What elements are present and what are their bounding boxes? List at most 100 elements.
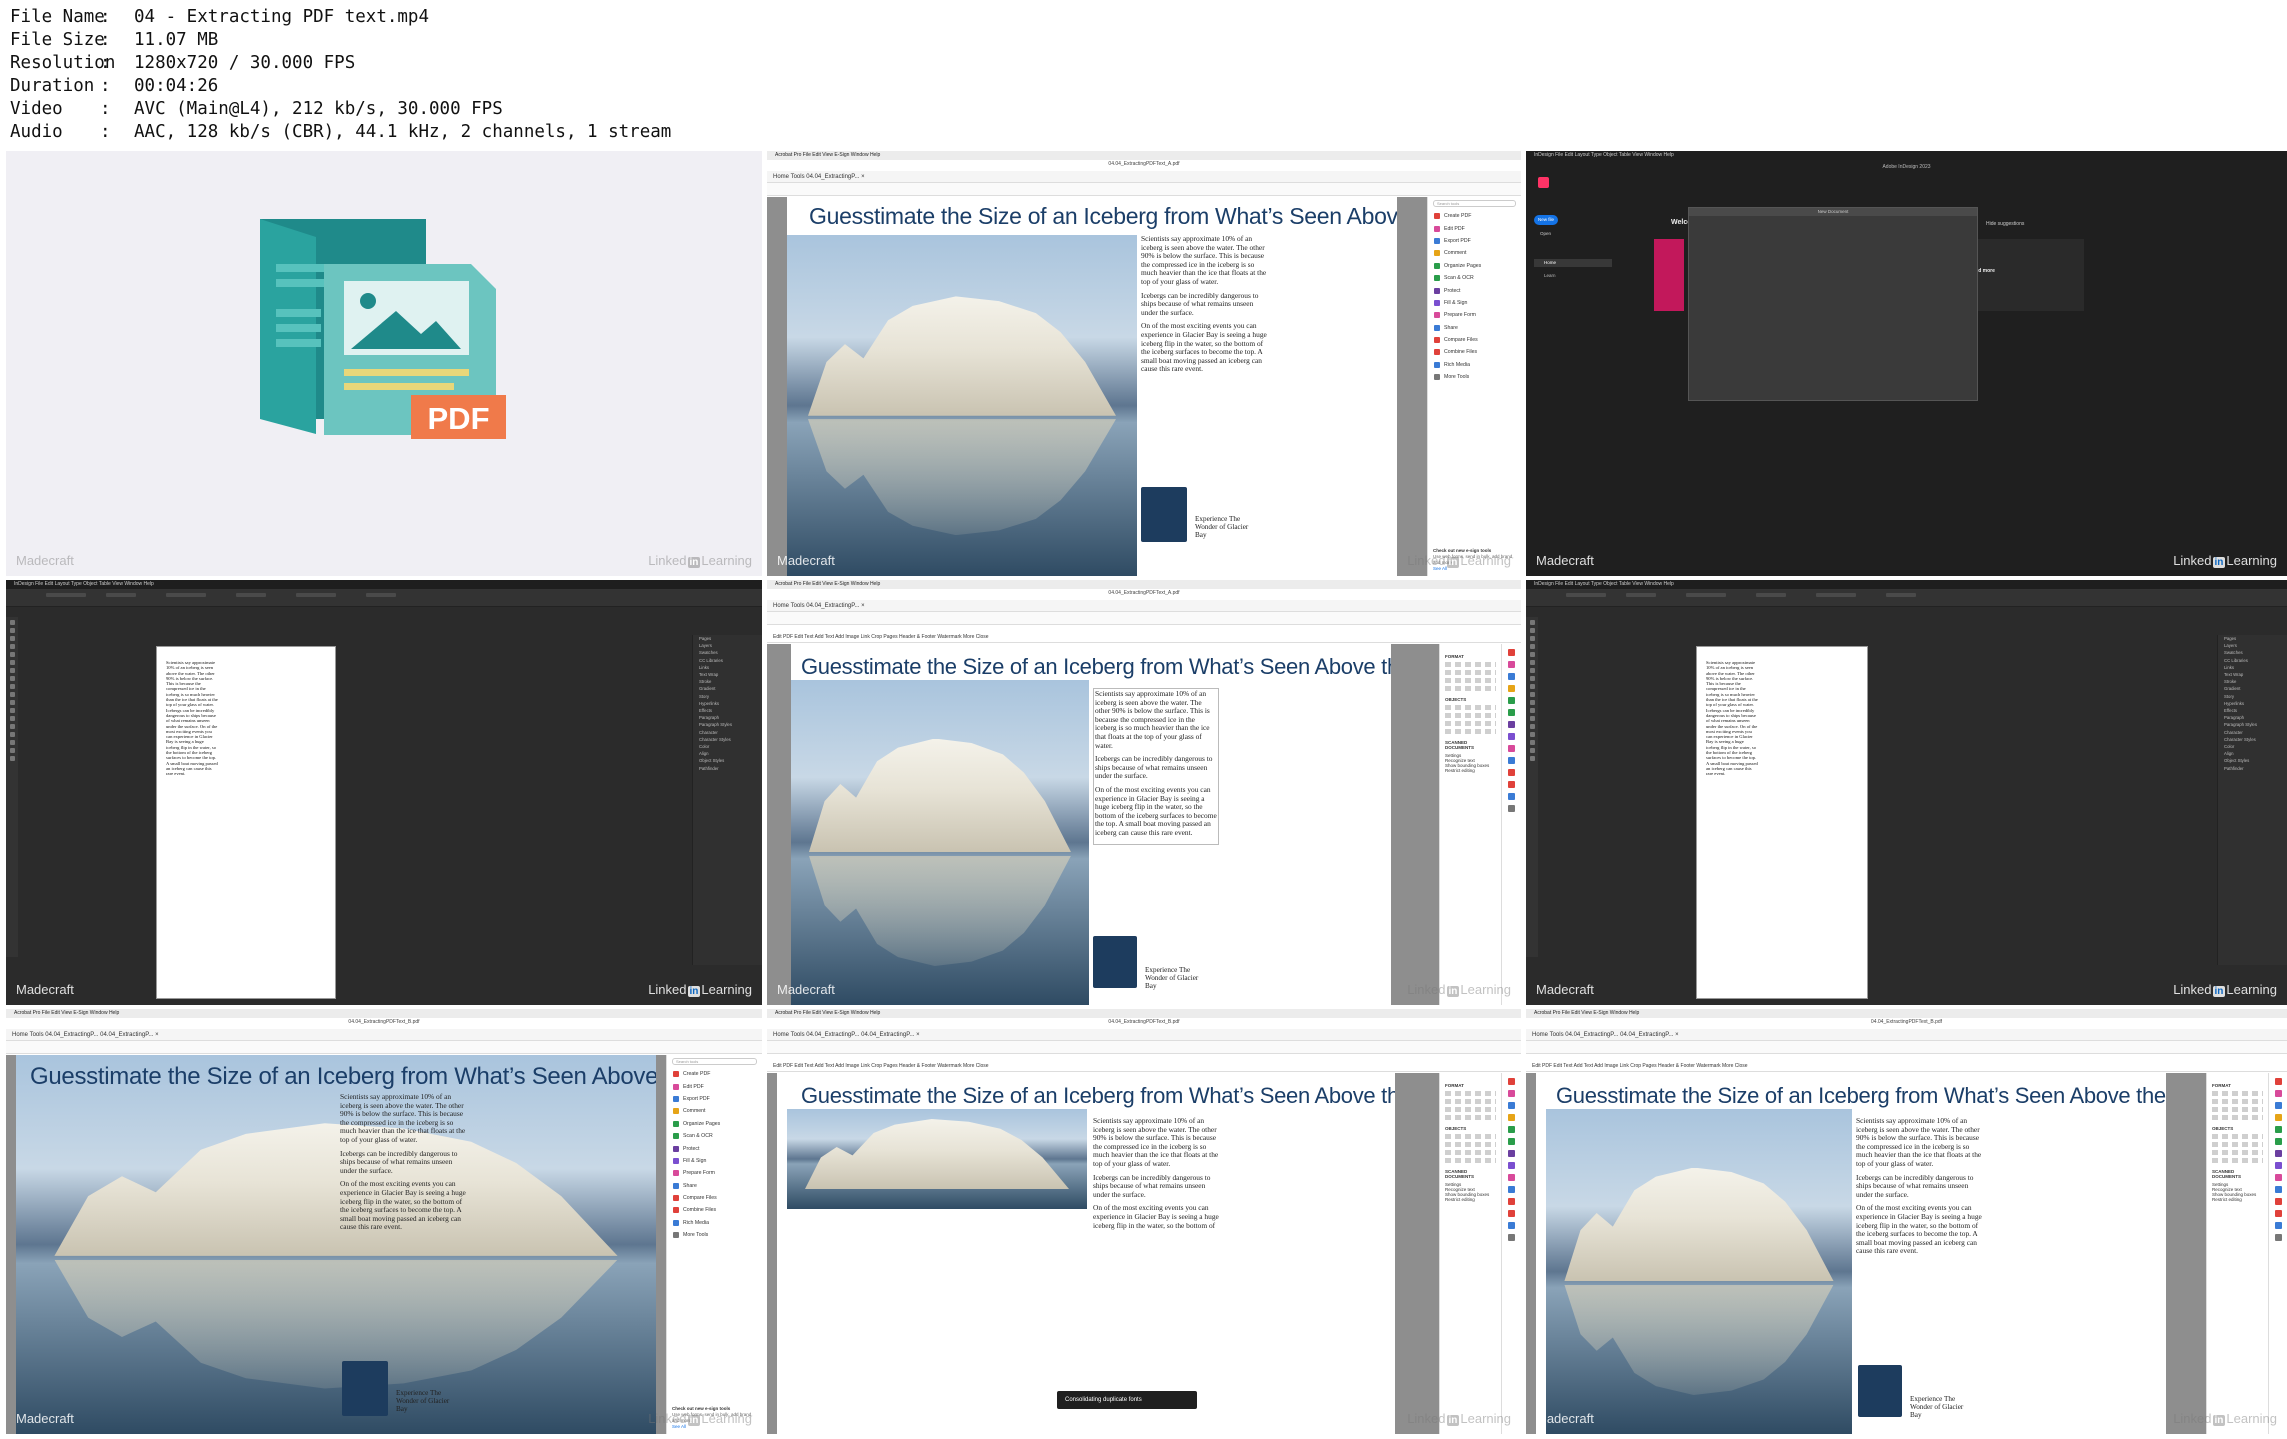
nav-learn[interactable]: Learn	[1544, 273, 1556, 278]
rail-tool-icon[interactable]	[2274, 1222, 2282, 1229]
open-button[interactable]: Open	[1540, 231, 1551, 236]
panel-tab[interactable]: Object Styles	[699, 757, 762, 764]
panel-tab[interactable]: Stroke	[2224, 678, 2287, 685]
panel-tab[interactable]: Stroke	[699, 678, 762, 685]
rail-tool-icon[interactable]	[1508, 709, 1515, 716]
panel-tab[interactable]: Swatches	[699, 649, 762, 656]
tool-item[interactable]: Compare Files	[1428, 334, 1521, 346]
format-panel-label[interactable]: Restrict editing	[1445, 1197, 1496, 1202]
rail-tool-icon[interactable]	[1508, 1186, 1515, 1193]
panel-tab[interactable]: Color	[2224, 743, 2287, 750]
panel-tab[interactable]: Pages	[2224, 635, 2287, 642]
nav-home[interactable]: Home	[1534, 259, 1612, 267]
tab-bar[interactable]: Home Tools 04.04_ExtractingP... 04.04_Ex…	[1526, 1029, 2287, 1041]
tool-item[interactable]: More Tools	[1428, 371, 1521, 383]
tools-rail[interactable]	[2268, 1073, 2287, 1434]
rail-tool-icon[interactable]	[1508, 1210, 1515, 1217]
rail-tool-icon[interactable]	[1508, 1138, 1515, 1145]
tool-item[interactable]: Create PDF	[667, 1068, 762, 1080]
tool-item[interactable]: Comment	[1428, 247, 1521, 259]
rail-tool-icon[interactable]	[1508, 1090, 1515, 1097]
panels-dock[interactable]: Pages Layers Swatches CC Libraries Links Text…	[692, 635, 762, 965]
rail-tool-icon[interactable]	[2274, 1198, 2282, 1205]
panel-tab[interactable]: Color	[699, 743, 762, 750]
tool-item[interactable]: Combine Files	[1428, 346, 1521, 358]
panel-tab[interactable]: CC Libraries	[2224, 657, 2287, 664]
tool-item[interactable]: Prepare Form	[667, 1167, 762, 1179]
tools-rail[interactable]	[1501, 644, 1521, 1005]
format-panel[interactable]: FORMAT OBJECTS SCANNED DOCUMENTS Settings Re…	[1439, 644, 1501, 1005]
panel-tab[interactable]: Layers	[699, 642, 762, 649]
rail-tool-icon[interactable]	[1508, 673, 1515, 680]
panels-dock[interactable]: Pages Layers Swatches CC Libraries Links Text…	[2217, 635, 2287, 965]
new-file-button[interactable]: New file	[1534, 215, 1558, 225]
rail-tool-icon[interactable]	[2274, 1210, 2282, 1217]
format-panel[interactable]: FORMAT OBJECTS SCANNED DOCUMENTS Settings Re…	[2206, 1073, 2268, 1434]
panel-tab[interactable]: Character	[699, 729, 762, 736]
panel-tab[interactable]: Text Wrap	[2224, 671, 2287, 678]
tool-item[interactable]: Edit PDF	[1428, 222, 1521, 234]
rail-tool-icon[interactable]	[2274, 1234, 2282, 1241]
panel-tab[interactable]: Paragraph	[2224, 714, 2287, 721]
toolbar[interactable]	[767, 183, 1521, 196]
panel-tab[interactable]: Paragraph	[699, 714, 762, 721]
format-control-row[interactable]	[2212, 1107, 2263, 1112]
tool-item[interactable]: Share	[667, 1180, 762, 1192]
rail-tool-icon[interactable]	[1508, 1126, 1515, 1133]
rail-tool-icon[interactable]	[1508, 1234, 1515, 1241]
placed-text-frame[interactable]: Scientists say approximate 10% of an ice…	[1706, 660, 1758, 777]
rail-tool-icon[interactable]	[2274, 1078, 2282, 1085]
rail-tool-icon[interactable]	[2274, 1114, 2282, 1121]
panel-tab[interactable]: Align	[699, 750, 762, 757]
control-panel[interactable]	[1526, 589, 2287, 607]
rail-tool-icon[interactable]	[2274, 1126, 2282, 1133]
format-control-row[interactable]	[1445, 686, 1496, 691]
tool-item[interactable]: Combine Files	[667, 1204, 762, 1216]
tool-item[interactable]: Organize Pages	[1428, 260, 1521, 272]
panel-tab[interactable]: Character Styles	[699, 736, 762, 743]
format-control-row[interactable]	[1445, 662, 1496, 667]
panel-tab[interactable]: Pages	[699, 635, 762, 642]
placed-text-frame[interactable]: Scientists say approximate 10% of an ice…	[166, 660, 218, 777]
format-control-row[interactable]	[2212, 1091, 2263, 1096]
panel-tab[interactable]: Pathfinder	[699, 765, 762, 772]
format-control-row[interactable]	[2212, 1099, 2263, 1104]
tab-bar[interactable]: Home Tools 04.04_ExtractingP... ×	[767, 600, 1521, 612]
hide-suggestions-link[interactable]: Hide suggestions	[1986, 221, 2024, 227]
tool-item[interactable]: More Tools	[667, 1229, 762, 1241]
format-control-row[interactable]	[1445, 729, 1496, 734]
rail-tool-icon[interactable]	[1508, 733, 1515, 740]
format-control-row[interactable]	[1445, 1142, 1496, 1147]
format-control-row[interactable]	[1445, 1107, 1496, 1112]
panel-tab[interactable]: Links	[699, 664, 762, 671]
panel-tab[interactable]: Links	[2224, 664, 2287, 671]
rail-tool-icon[interactable]	[1508, 649, 1515, 656]
rail-tool-icon[interactable]	[2274, 1102, 2282, 1109]
tool-item[interactable]: Edit PDF	[667, 1080, 762, 1092]
rail-tool-icon[interactable]	[1508, 1150, 1515, 1157]
rail-tool-icon[interactable]	[1508, 757, 1515, 764]
tool-item[interactable]: Share	[1428, 322, 1521, 334]
search-tools-input[interactable]: Search tools	[1433, 200, 1516, 207]
format-panel[interactable]: FORMAT OBJECTS SCANNED DOCUMENTS Settings Re…	[1439, 1073, 1501, 1434]
toolbar[interactable]	[1526, 1041, 2287, 1054]
pdf-body-text[interactable]: Scientists say approximate 10% of an ice…	[1093, 688, 1219, 845]
rail-tool-icon[interactable]	[2274, 1138, 2282, 1145]
tab-bar[interactable]: Home Tools 04.04_ExtractingP... ×	[767, 171, 1521, 183]
tool-item[interactable]: Comment	[667, 1105, 762, 1117]
rail-tool-icon[interactable]	[1508, 685, 1515, 692]
rail-tool-icon[interactable]	[2274, 1174, 2282, 1181]
format-control-row[interactable]	[1445, 713, 1496, 718]
format-control-row[interactable]	[1445, 1134, 1496, 1139]
tool-item[interactable]: Fill & Sign	[1428, 297, 1521, 309]
edit-pdf-bar[interactable]: Edit PDF Edit Text Add Text Add Image Li…	[767, 632, 1521, 643]
tool-item[interactable]: Protect	[1428, 284, 1521, 296]
edit-pdf-bar[interactable]: Edit PDF Edit Text Add Text Add Image Li…	[1526, 1061, 2287, 1072]
panel-tab[interactable]: CC Libraries	[699, 657, 762, 664]
format-control-row[interactable]	[2212, 1115, 2263, 1120]
panel-tab[interactable]: Story	[699, 693, 762, 700]
format-control-row[interactable]	[2212, 1158, 2263, 1163]
panel-tab[interactable]: Hyperlinks	[699, 700, 762, 707]
tool-item[interactable]: Scan & OCR	[1428, 272, 1521, 284]
panel-tab[interactable]: Character Styles	[2224, 736, 2287, 743]
